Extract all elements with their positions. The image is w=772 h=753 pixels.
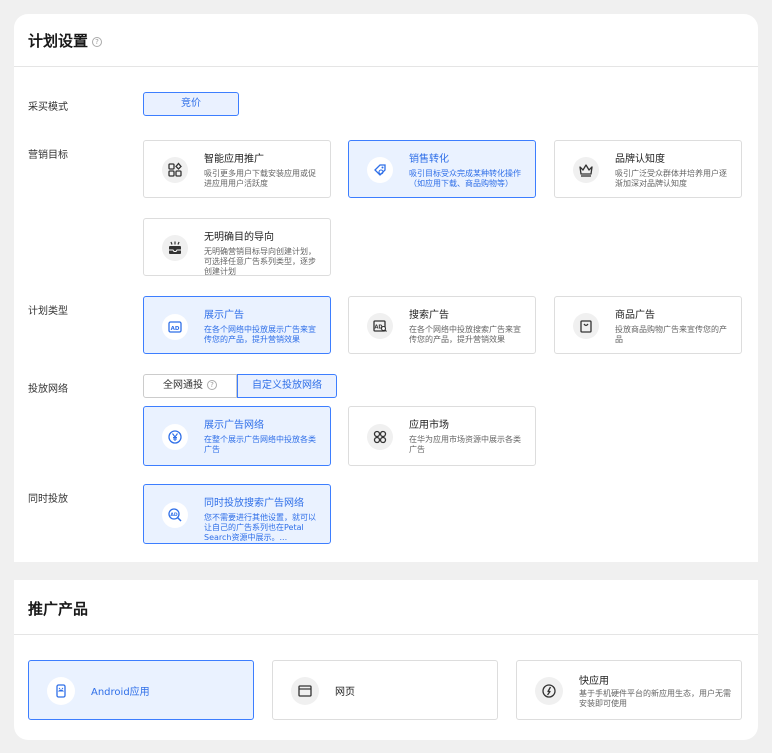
product-title: 快应用	[579, 676, 609, 687]
yen-circle-icon	[162, 424, 188, 450]
plan-type-search-ad[interactable]: AD 搜索广告 在各个网络中投放搜索广告来宣传您的产品，提升营销效果	[348, 296, 536, 354]
tab-custom-network[interactable]: 自定义投放网络	[237, 374, 337, 398]
goal-desc: 吸引更多用户下载安装应用或促进应用用户活跃度	[204, 169, 316, 188]
plan-settings-card: 计划设置? 采买模式 竞价 营销目标 智能应用推广 吸引更多用户下载安装应用或促…	[14, 14, 758, 562]
tab-all-network[interactable]: 全网通投?	[143, 374, 237, 398]
simultaneous-desc: 您不需要进行其他设置，就可以让自己的广告系列也在Petal Search资源中展…	[204, 513, 316, 542]
marketing-goal-label: 营销目标	[28, 150, 68, 161]
question-circle-icon[interactable]: ?	[92, 36, 103, 47]
question-circle-icon[interactable]: ?	[207, 380, 217, 390]
plan-type-title: 搜索广告	[409, 310, 449, 321]
svg-text:AD: AD	[170, 512, 177, 518]
search-ad-icon: AD	[162, 502, 188, 528]
network-display-ad[interactable]: 展示广告网络 在整个展示广告网络中投放各类广告	[143, 406, 331, 466]
simultaneous-search-network[interactable]: AD 同时投放搜索广告网络 您不需要进行其他设置，就可以让自己的广告系列也在Pe…	[143, 484, 331, 544]
plan-type-label: 计划类型	[28, 306, 68, 317]
svg-text:AD: AD	[171, 326, 180, 332]
ad-search-icon: AD	[367, 313, 393, 339]
goal-title: 品牌认知度	[615, 154, 665, 165]
crown-icon	[573, 157, 599, 183]
network-app-market[interactable]: 应用市场 在华为应用市场资源中展示各类广告	[348, 406, 536, 466]
product-android-app[interactable]: Android应用	[28, 660, 254, 720]
plan-type-title: 商品广告	[615, 310, 655, 321]
product-divider	[14, 634, 758, 635]
product-quick-app[interactable]: 快应用 基于手机硬件平台的新应用生态，用户无需安装即可使用	[516, 660, 742, 720]
simultaneous-title: 同时投放搜索广告网络	[204, 498, 304, 509]
goal-desc: 无明确营销目标导向创建计划，可选择任意广告系列类型，逐步创建计划	[204, 247, 316, 276]
android-phone-icon	[47, 677, 75, 705]
goal-brand-awareness[interactable]: 品牌认知度 吸引广泛受众群体并培养用户逐渐加深对品牌认知度	[554, 140, 742, 198]
apps-icon	[162, 157, 188, 183]
bidding-option[interactable]: 竞价	[143, 92, 239, 116]
network-desc: 在整个展示广告网络中投放各类广告	[204, 435, 316, 454]
plan-settings-title: 计划设置?	[28, 30, 103, 51]
title-divider	[14, 66, 758, 67]
network-label: 投放网络	[28, 384, 68, 395]
simultaneous-label: 同时投放	[28, 494, 68, 505]
app-market-icon	[367, 424, 393, 450]
goal-title: 无明确目的导向	[204, 232, 274, 243]
goal-title: 销售转化	[409, 154, 449, 165]
product-desc: 基于手机硬件平台的新应用生态，用户无需安装即可使用	[579, 689, 731, 708]
plan-type-desc: 投放商品购物广告来宣传您的产品	[615, 325, 727, 344]
purchase-mode-label: 采买模式	[28, 102, 68, 113]
network-title: 应用市场	[409, 420, 449, 431]
plan-type-display-ad[interactable]: AD 展示广告 在各个网络中投放展示广告来宣传您的产品，提升营销效果	[143, 296, 331, 354]
goal-title: 智能应用推广	[204, 154, 264, 165]
ad-display-icon: AD	[162, 314, 188, 340]
goal-smart-app-promotion[interactable]: 智能应用推广 吸引更多用户下载安装应用或促进应用用户活跃度	[143, 140, 331, 198]
network-desc: 在华为应用市场资源中展示各类广告	[409, 435, 521, 454]
goal-desc: 吸引广泛受众群体并培养用户逐渐加深对品牌认知度	[615, 169, 727, 188]
goal-no-specific[interactable]: 无明确目的导向 无明确营销目标导向创建计划，可选择任意广告系列类型，逐步创建计划	[143, 218, 331, 276]
product-webpage[interactable]: 网页	[272, 660, 498, 720]
shopping-bag-icon	[573, 313, 599, 339]
product-title: Android应用	[91, 687, 150, 698]
goal-desc: 吸引目标受众完成某种转化操作（如应用下载、商品购物等）	[409, 169, 521, 188]
promoted-product-title: 推广产品	[28, 600, 89, 618]
tab-all-network-label: 全网通投	[163, 380, 203, 391]
plan-type-product-ad[interactable]: 商品广告 投放商品购物广告来宣传您的产品	[554, 296, 742, 354]
goal-sales-conversion[interactable]: 销售转化 吸引目标受众完成某种转化操作（如应用下载、商品购物等）	[348, 140, 536, 198]
conversion-icon	[367, 157, 393, 183]
plan-type-desc: 在各个网络中投放搜索广告来宣传您的产品，提升营销效果	[409, 325, 521, 344]
product-title: 网页	[335, 687, 355, 698]
network-title: 展示广告网络	[204, 420, 264, 431]
plan-type-desc: 在各个网络中投放展示广告来宣传您的产品，提升营销效果	[204, 325, 316, 344]
quick-app-icon	[535, 677, 563, 705]
plan-type-title: 展示广告	[204, 310, 244, 321]
page-background: 计划设置? 采买模式 竞价 营销目标 智能应用推广 吸引更多用户下载安装应用或促…	[0, 0, 772, 753]
plan-settings-title-text: 计划设置	[28, 32, 89, 50]
promoted-product-card: 推广产品 Android应用 网页 快应用 基于手机硬件平台的新应用生态，用户无…	[14, 580, 758, 740]
webpage-icon	[291, 677, 319, 705]
inbox-icon	[162, 235, 188, 261]
